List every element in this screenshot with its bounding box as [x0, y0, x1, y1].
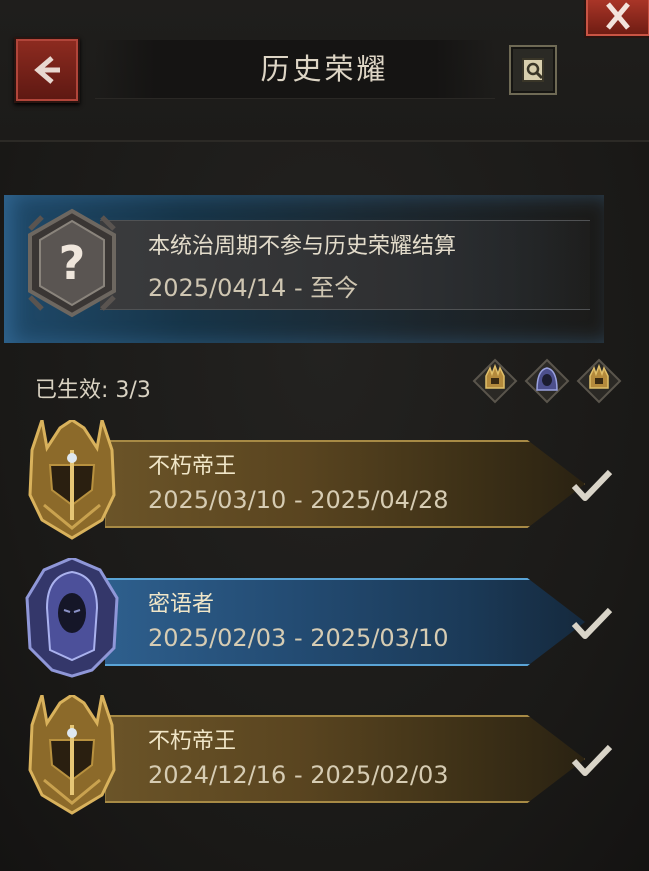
entry-title: 不朽帝王: [148, 454, 237, 479]
chevron-left-icon: [34, 56, 60, 84]
close-button[interactable]: [584, 0, 649, 38]
gold-helmet-icon: [28, 695, 116, 815]
hooded-figure-mini-icon[interactable]: [524, 358, 570, 404]
honor-entry[interactable]: 密语者 2025/02/03 - 2025/03/10: [0, 558, 649, 683]
entry-dates: 2025/02/03 - 2025/03/10: [148, 624, 449, 652]
gold-helmet-mini-icon[interactable]: [472, 358, 518, 404]
entry-title: 不朽帝王: [148, 729, 237, 754]
check-icon: [571, 607, 613, 639]
entry-dates: 2024/12/16 - 2025/02/03: [148, 761, 449, 789]
back-button[interactable]: [14, 37, 80, 103]
gold-helmet-icon: [28, 420, 116, 540]
hooded-figure-icon: [25, 558, 119, 678]
current-period-note: 本统治周期不参与历史荣耀结算: [148, 234, 457, 259]
help-button[interactable]: [509, 45, 557, 95]
honor-entry[interactable]: 不朽帝王 2025/03/10 - 2025/04/28: [0, 420, 649, 545]
check-icon: [571, 744, 613, 776]
gold-helmet-mini-icon[interactable]: [576, 358, 622, 404]
search-scroll-icon: [522, 58, 544, 82]
close-icon: [606, 2, 630, 30]
entry-title: 密语者: [148, 592, 215, 617]
entry-dates: 2025/03/10 - 2025/04/28: [148, 486, 449, 514]
current-period-dates: 2025/04/14 - 至今: [148, 274, 359, 302]
question-mark-icon[interactable]: ?: [22, 207, 122, 319]
active-count: 已生效: 3/3: [35, 378, 151, 403]
honor-entry[interactable]: 不朽帝王 2024/12/16 - 2025/02/03: [0, 695, 649, 820]
svg-text:?: ?: [59, 236, 86, 290]
check-icon: [571, 469, 613, 501]
